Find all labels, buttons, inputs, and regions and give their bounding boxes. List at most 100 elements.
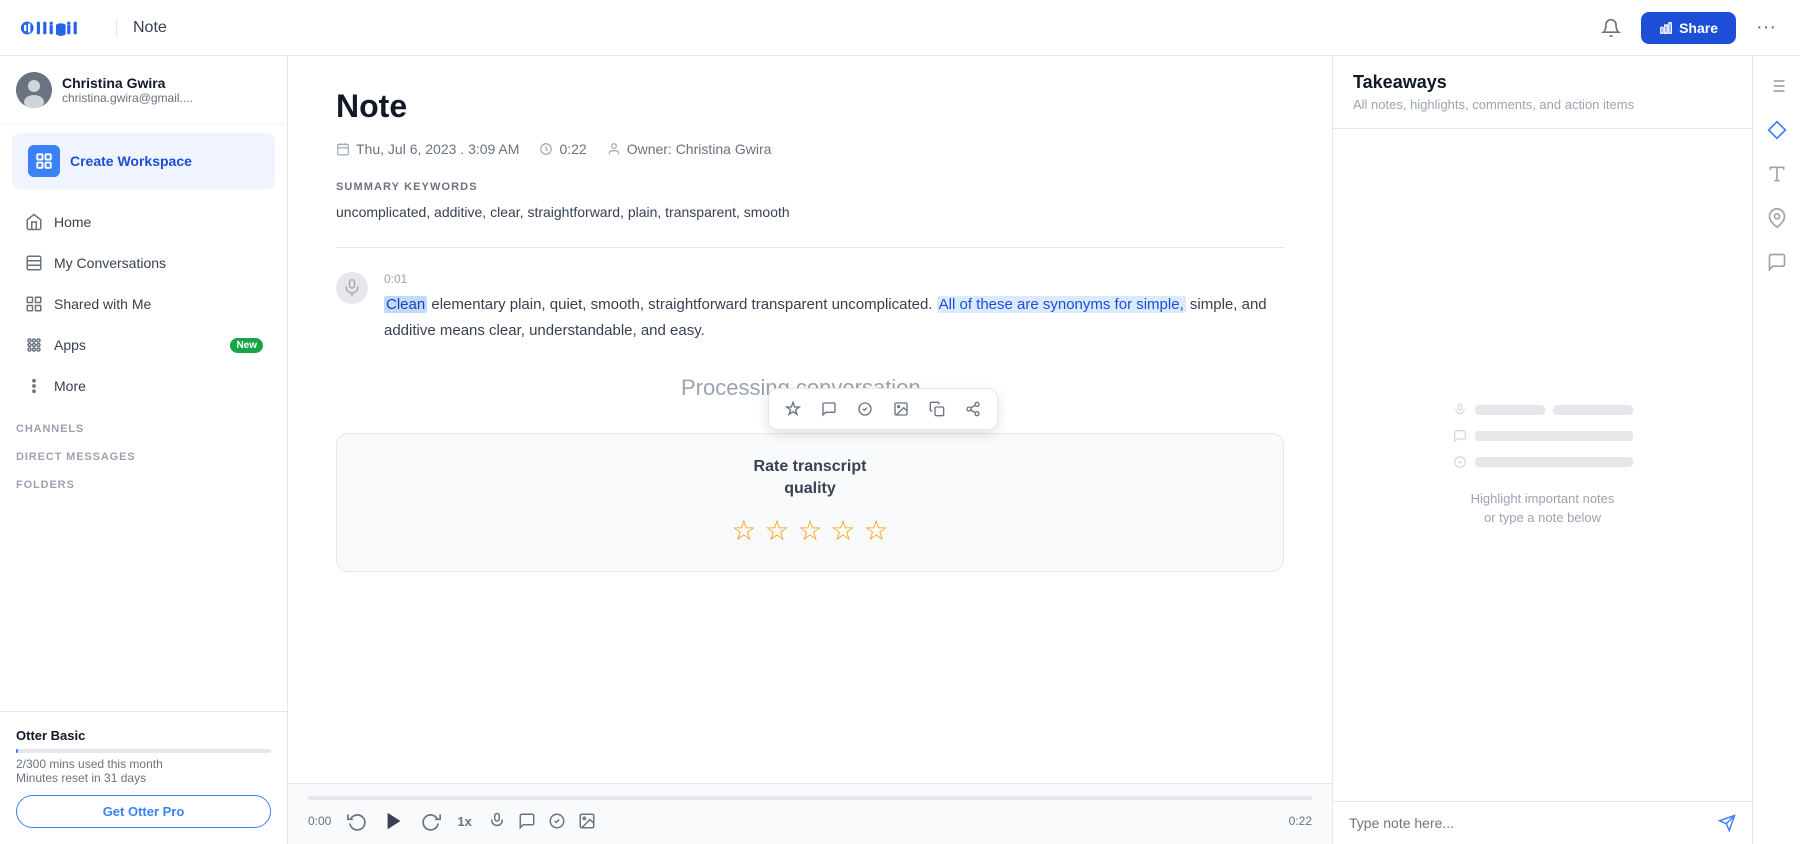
usage-text: 2/300 mins used this month	[16, 757, 271, 771]
transcript-time: 0:01	[384, 272, 1284, 286]
nav-section: Home My Conversations	[0, 197, 287, 411]
main-content: Note Thu, Jul 6, 2023 . 3:09 AM	[288, 56, 1332, 844]
player-comment-button[interactable]	[518, 812, 536, 830]
placeholder-comment-icon	[1453, 429, 1467, 443]
audio-player: 0:00 1x	[288, 783, 1332, 844]
time-start: 0:00	[308, 814, 331, 828]
transcript-text-1: elementary plain, quiet, smooth, straigh…	[427, 296, 936, 313]
sidebar-item-my-conversations[interactable]: My Conversations	[8, 243, 279, 283]
toolbar-share-button[interactable]	[959, 395, 987, 423]
comment-icon	[1767, 252, 1787, 272]
plan-name: Otter Basic	[16, 728, 271, 743]
usage-bar-fill	[16, 749, 18, 753]
sidebar-item-apps[interactable]: Apps New	[8, 325, 279, 365]
toolbar-copy-button[interactable]	[923, 395, 951, 423]
speed-button[interactable]: 1x	[457, 814, 471, 829]
placeholder-pin-icon	[1453, 403, 1467, 417]
rs-diamond-button[interactable]	[1759, 112, 1795, 148]
sidebar-item-more[interactable]: More	[8, 366, 279, 406]
user-info: Christina Gwira christina.gwira@gmail...…	[62, 75, 193, 105]
note-body: Note Thu, Jul 6, 2023 . 3:09 AM	[288, 56, 1332, 783]
summary-section: SUMMARY KEYWORDS uncomplicated, additive…	[336, 181, 1284, 248]
note-send-button[interactable]	[1718, 814, 1736, 832]
more-icon: ···	[1756, 16, 1776, 38]
play-button[interactable]	[383, 810, 405, 832]
placeholder-row-2	[1453, 429, 1633, 443]
progress-bar[interactable]	[308, 796, 1312, 800]
more-options-button[interactable]: ···	[1748, 8, 1784, 47]
transcript-body: 0:01 Clean elementary plain, quiet, smoo…	[384, 272, 1284, 343]
note-input[interactable]	[1349, 815, 1710, 831]
star-4[interactable]: ☆	[831, 514, 856, 547]
toolbar-pin-button[interactable]	[779, 395, 807, 423]
rate-title: Rate transcript	[361, 458, 1259, 476]
rs-pin-button[interactable]	[1759, 200, 1795, 236]
note-title: Note	[336, 88, 1284, 125]
skip-forward-button[interactable]	[421, 811, 441, 831]
avatar	[16, 72, 52, 108]
pin-icon	[1767, 208, 1787, 228]
sidebar-user[interactable]: Christina Gwira christina.gwira@gmail...…	[0, 56, 287, 125]
rate-subtitle: quality	[361, 480, 1259, 498]
player-pin-button[interactable]	[488, 812, 506, 830]
sidebar-item-home[interactable]: Home	[8, 202, 279, 242]
get-pro-button[interactable]: Get Otter Pro	[16, 795, 271, 828]
create-workspace-icon	[28, 145, 60, 177]
transcript-entry: 0:01 Clean elementary plain, quiet, smoo…	[336, 272, 1284, 343]
skip-back-button[interactable]	[347, 811, 367, 831]
player-image-button[interactable]	[578, 812, 596, 830]
note-input-area	[1333, 801, 1752, 844]
note-date: Thu, Jul 6, 2023 . 3:09 AM	[336, 141, 519, 157]
transcript-text: Clean elementary plain, quiet, smooth, s…	[384, 292, 1284, 343]
placeholder-line-1b	[1553, 405, 1633, 415]
topbar-right: Share ···	[1593, 8, 1784, 47]
home-icon	[24, 212, 44, 232]
user-email: christina.gwira@gmail....	[62, 91, 193, 105]
transcript-section: 0:01 Clean elementary plain, quiet, smoo…	[336, 272, 1284, 572]
rs-text-button[interactable]	[1759, 156, 1795, 192]
topbar-left: Note	[16, 12, 167, 44]
toolbar-check-button[interactable]	[851, 395, 879, 423]
shared-icon	[24, 294, 44, 314]
takeaways-title: Takeaways	[1353, 72, 1732, 93]
star-3[interactable]: ☆	[797, 514, 822, 547]
calendar-icon	[336, 142, 350, 156]
apps-label: Apps	[54, 337, 220, 353]
placeholder-line-3	[1475, 457, 1633, 467]
share-button[interactable]: Share	[1641, 12, 1736, 44]
list-icon	[1767, 76, 1787, 96]
notifications-button[interactable]	[1593, 10, 1629, 46]
sidebar-footer: Otter Basic 2/300 mins used this month M…	[0, 711, 287, 844]
create-workspace-button[interactable]: Create Workspace	[12, 133, 275, 189]
star-5[interactable]: ☆	[864, 514, 889, 547]
transcript-speaker-avatar	[336, 272, 368, 304]
my-conversations-label: My Conversations	[54, 255, 263, 271]
note-duration: 0:22	[539, 141, 586, 157]
rs-list-button[interactable]	[1759, 68, 1795, 104]
diamond-icon	[1767, 120, 1787, 140]
note-owner-text: Owner: Christina Gwira	[627, 141, 772, 157]
logo	[16, 12, 88, 44]
toolbar-comment-button[interactable]	[815, 395, 843, 423]
sidebar: Christina Gwira christina.gwira@gmail...…	[0, 56, 288, 844]
owner-icon	[607, 142, 621, 156]
star-rating[interactable]: ☆ ☆ ☆ ☆ ☆	[361, 514, 1259, 547]
usage-bar	[16, 749, 271, 753]
folders-section-header: FOLDERS	[0, 467, 287, 495]
sidebar-item-shared-with-me[interactable]: Shared with Me	[8, 284, 279, 324]
placeholder-line-1	[1475, 405, 1545, 415]
highlighted-sentence: All of these are synonyms for simple,	[937, 296, 1186, 313]
share-label: Share	[1679, 20, 1718, 36]
more-icon	[24, 376, 44, 396]
shared-with-me-label: Shared with Me	[54, 296, 263, 312]
rs-comment-button[interactable]	[1759, 244, 1795, 280]
player-extra-icons	[488, 812, 596, 830]
right-panel: Takeaways All notes, highlights, comment…	[1332, 56, 1752, 844]
star-2[interactable]: ☆	[764, 514, 789, 547]
note-date-text: Thu, Jul 6, 2023 . 3:09 AM	[356, 141, 519, 157]
star-1[interactable]: ☆	[731, 514, 756, 547]
toolbar-image-button[interactable]	[887, 395, 915, 423]
placeholder-row-3	[1453, 455, 1633, 469]
player-check-button[interactable]	[548, 812, 566, 830]
create-workspace-label: Create Workspace	[70, 153, 192, 169]
